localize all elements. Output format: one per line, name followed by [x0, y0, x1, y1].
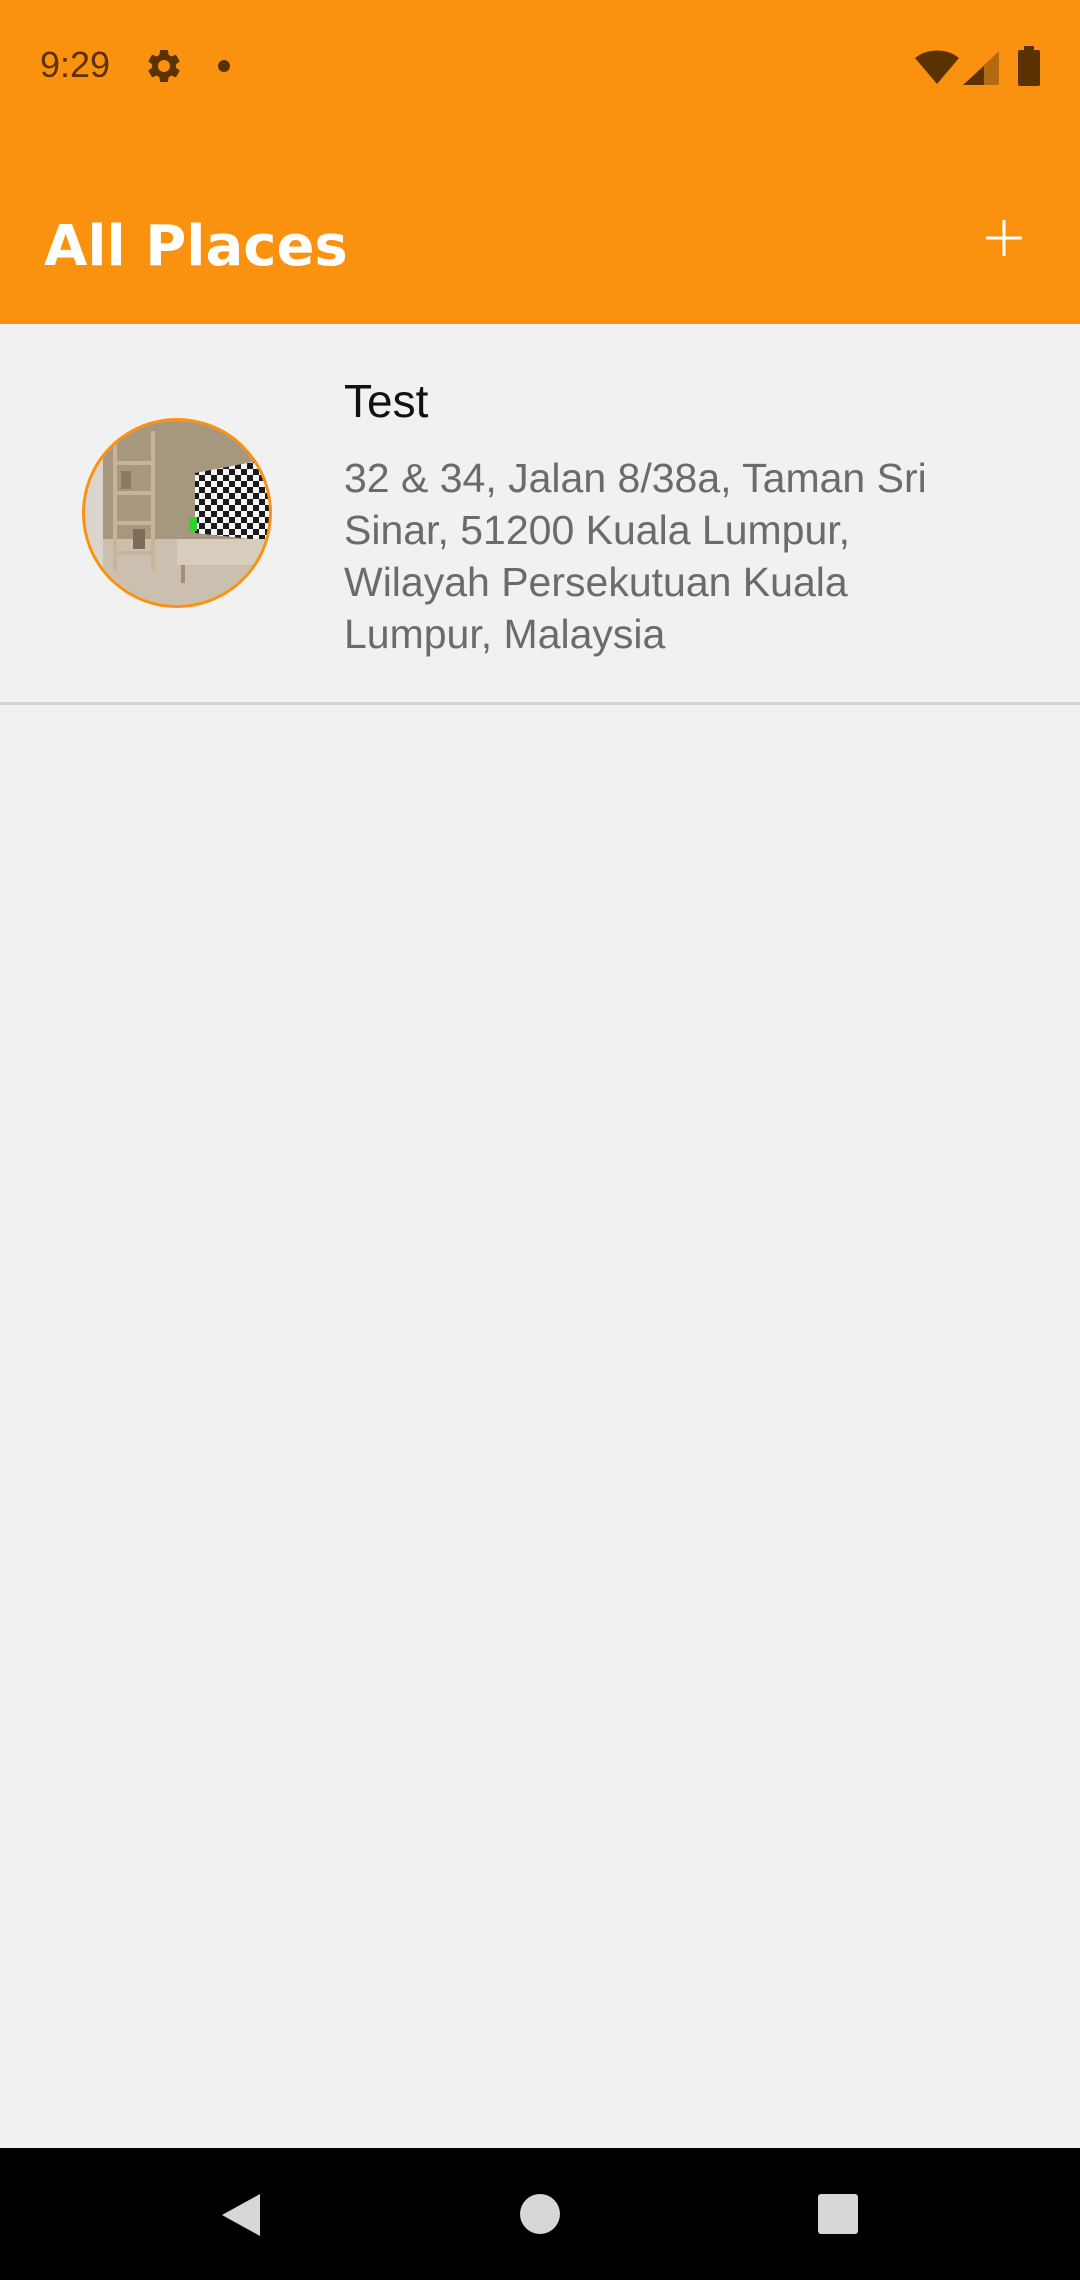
status-bar: 9:29: [0, 0, 1080, 134]
place-address: 32 & 34, Jalan 8/38a, Taman Sri Sinar, 5…: [344, 455, 927, 657]
wifi-icon: [915, 50, 959, 84]
back-icon[interactable]: [218, 2192, 262, 2238]
signal-icon: [963, 51, 999, 85]
place-thumbnail: [82, 418, 272, 608]
page-title: All Places: [44, 214, 348, 279]
notification-dot-icon: [218, 60, 230, 72]
status-time: 9:29: [40, 44, 111, 85]
add-place-button[interactable]: [976, 210, 1032, 266]
home-icon[interactable]: [520, 2194, 560, 2234]
list-item[interactable]: Test 32 & 34, Jalan 8/38a, Taman Sri Sin…: [0, 324, 1080, 705]
app-bar: 9:29 All Places: [0, 0, 1080, 324]
places-list: Test 32 & 34, Jalan 8/38a, Taman Sri Sin…: [0, 324, 1080, 705]
place-title: Test: [344, 375, 429, 427]
battery-icon: [1018, 46, 1040, 86]
recents-icon[interactable]: [818, 2194, 858, 2234]
plus-icon: [986, 220, 1022, 256]
system-nav-bar: [0, 2148, 1080, 2280]
room-photo-image: [85, 421, 269, 605]
screen: 9:29 All Places Test 32 & 34, Jalan 8/38…: [0, 0, 1080, 2280]
gear-icon: [148, 49, 180, 82]
